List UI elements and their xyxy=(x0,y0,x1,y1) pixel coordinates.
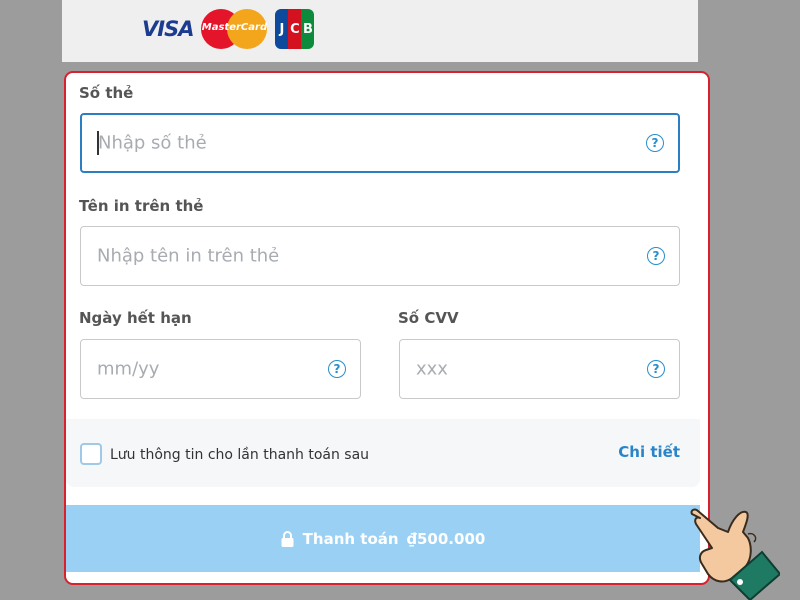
card-number-input[interactable]: Nhập số thẻ ? xyxy=(80,113,680,173)
expiry-input[interactable]: mm/yy ? xyxy=(80,339,361,399)
expiry-label: Ngày hết hạn xyxy=(79,309,192,327)
jcb-logo: J C B xyxy=(275,9,315,49)
card-name-help-icon[interactable]: ? xyxy=(647,247,665,265)
cvv-help-icon[interactable]: ? xyxy=(647,360,665,378)
card-number-placeholder: Nhập số thẻ xyxy=(98,132,207,154)
save-info-row: Lưu thông tin cho lần thanh toán sau Chi… xyxy=(66,419,700,487)
pay-button[interactable]: Thanh toán ₫500.000 xyxy=(66,505,700,572)
save-info-checkbox[interactable] xyxy=(80,443,102,465)
pay-amount: ₫500.000 xyxy=(406,529,486,548)
cvv-placeholder: xxx xyxy=(416,358,448,380)
mastercard-logo: MasterCard xyxy=(201,9,268,49)
card-payment-form: Số thẻ Nhập số thẻ ? Tên in trên thẻ Nhậ… xyxy=(64,71,710,585)
pointing-hand-icon xyxy=(690,508,780,600)
card-number-help-icon[interactable]: ? xyxy=(646,134,664,152)
expiry-help-icon[interactable]: ? xyxy=(328,360,346,378)
jcb-letter-j: J xyxy=(275,9,289,49)
visa-logo: VISA xyxy=(142,17,194,41)
card-name-input[interactable]: Nhập tên in trên thẻ ? xyxy=(80,226,680,286)
details-link[interactable]: Chi tiết xyxy=(618,443,680,461)
cvv-label: Số CVV xyxy=(398,309,459,327)
card-name-label: Tên in trên thẻ xyxy=(79,197,204,215)
card-name-placeholder: Nhập tên in trên thẻ xyxy=(97,245,280,267)
expiry-placeholder: mm/yy xyxy=(97,358,160,380)
pay-button-label: Thanh toán xyxy=(302,529,399,548)
card-brand-logos: VISA MasterCard J C B xyxy=(142,8,315,50)
save-info-label: Lưu thông tin cho lần thanh toán sau xyxy=(110,447,370,463)
cvv-input[interactable]: xxx ? xyxy=(399,339,680,399)
card-brands-panel: VISA MasterCard J C B xyxy=(62,0,698,62)
jcb-letter-c: C xyxy=(288,9,302,49)
jcb-letter-b: B xyxy=(301,9,315,49)
lock-icon xyxy=(281,530,295,547)
mastercard-logo-text: MasterCard xyxy=(201,22,268,33)
card-number-label: Số thẻ xyxy=(79,84,134,102)
